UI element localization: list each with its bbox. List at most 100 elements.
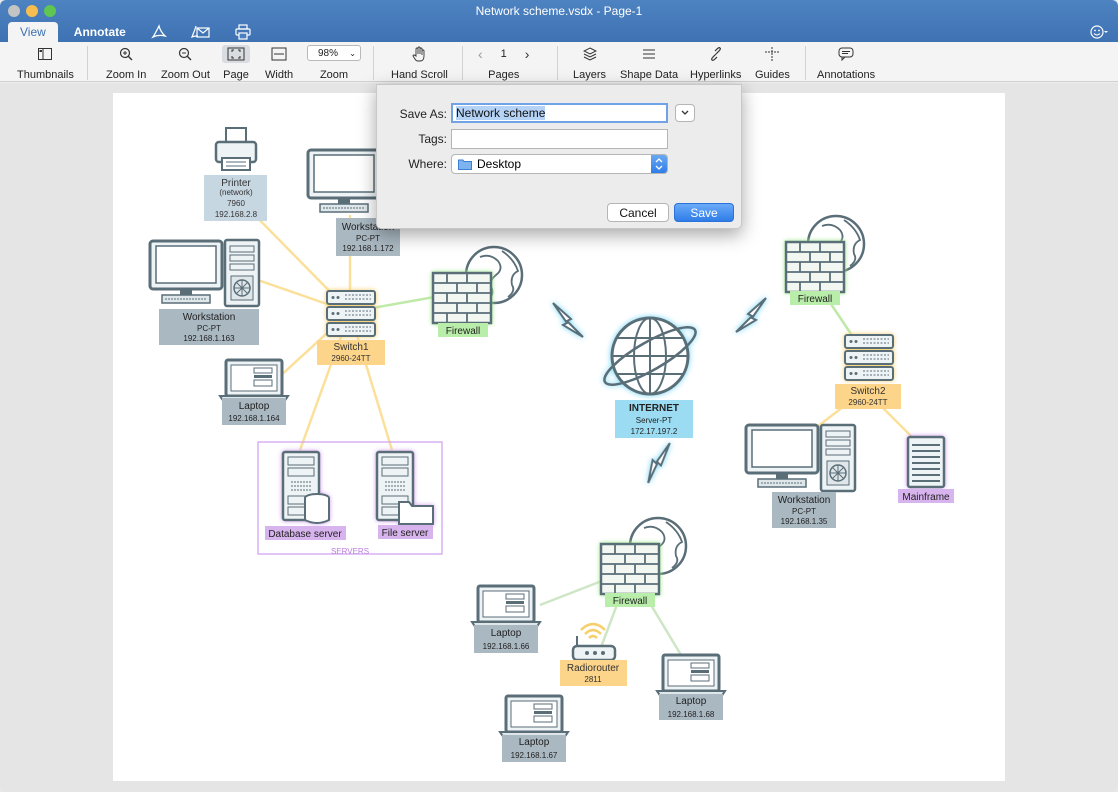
switch2-node[interactable]: Switch2 2960-24TT xyxy=(835,334,901,409)
folder-icon xyxy=(458,159,472,170)
feedback-smiley-icon[interactable] xyxy=(1090,24,1108,40)
firewall-bottom-node[interactable]: Firewall xyxy=(599,516,688,607)
where-label: Where: xyxy=(408,157,447,171)
svg-text:Firewall: Firewall xyxy=(446,326,480,337)
radiorouter-node[interactable]: Radiorouter 2811 xyxy=(560,622,627,686)
guides-button[interactable]: Guides xyxy=(755,45,790,81)
save-button[interactable]: Save xyxy=(674,203,734,222)
firewall-icon xyxy=(784,240,846,294)
svg-text:2960-24TT: 2960-24TT xyxy=(331,354,370,363)
lightning-left-icon xyxy=(552,302,584,338)
laptop-left-node[interactable]: Laptop 192.168.1.164 xyxy=(218,358,290,425)
speech-bubble-icon xyxy=(838,45,854,63)
zoom-out-button[interactable]: Zoom Out xyxy=(161,45,210,81)
printer-node[interactable]: Printer (network) 7960 192.168.2.8 xyxy=(204,127,267,221)
guides-icon xyxy=(765,45,780,63)
monitor-icon xyxy=(306,148,382,214)
shape-data-button[interactable]: Shape Data xyxy=(620,45,678,81)
title-bar: Network scheme.vsdx - Page-1 View Annota… xyxy=(0,0,1118,42)
cancel-button[interactable]: Cancel xyxy=(607,203,669,222)
fit-page-icon xyxy=(222,45,250,63)
svg-text:7960: 7960 xyxy=(227,199,245,208)
svg-text:Workstation: Workstation xyxy=(778,495,831,506)
internet-node[interactable]: INTERNET Server-PT 172.17.197.2 xyxy=(598,316,702,438)
firewall-right-node[interactable]: Firewall xyxy=(784,214,866,305)
svg-text:Laptop: Laptop xyxy=(239,401,270,412)
svg-text:192.168.1.163: 192.168.1.163 xyxy=(183,334,235,343)
firewall-left-node[interactable]: Firewall xyxy=(431,245,524,337)
pages-control: ‹ 1 › Pages xyxy=(478,46,530,81)
save-as-input[interactable]: Network scheme xyxy=(451,103,668,123)
switch-icon xyxy=(844,334,894,381)
list-icon xyxy=(642,45,656,63)
print-icon[interactable] xyxy=(226,22,260,42)
where-select[interactable]: Desktop xyxy=(451,154,668,174)
window-title: Network scheme.vsdx - Page-1 xyxy=(475,4,643,18)
monitor-icon xyxy=(148,239,224,305)
mainframe-node[interactable]: Mainframe xyxy=(898,435,954,503)
laptop-bottom-right-node[interactable]: Laptop 192.168.1.68 xyxy=(655,653,727,720)
svg-text:INTERNET: INTERNET xyxy=(629,403,679,414)
app-window: Network scheme.vsdx - Page-1 View Annota… xyxy=(0,0,1118,792)
pdf-export-icon[interactable] xyxy=(142,22,176,42)
link-icon xyxy=(709,45,723,63)
fit-width-icon xyxy=(271,45,287,63)
fit-width-button[interactable]: Width xyxy=(265,45,293,81)
zoom-in-button[interactable]: Zoom In xyxy=(106,45,146,81)
save-as-label: Save As: xyxy=(399,107,447,121)
file-server-icon xyxy=(375,450,434,525)
previous-page-icon[interactable]: ‹ xyxy=(478,46,483,62)
fit-page-button[interactable]: Page xyxy=(222,45,250,81)
printer-icon xyxy=(214,127,258,171)
workstation-right-node[interactable]: Workstation PC-PT 192.168.1.35 xyxy=(744,423,857,528)
annotations-button[interactable]: Annotations xyxy=(817,45,875,81)
svg-text:Radiorouter: Radiorouter xyxy=(567,663,620,674)
svg-text:PC-PT: PC-PT xyxy=(356,234,380,243)
expand-dialog-button[interactable] xyxy=(675,104,695,122)
zoom-control: 98% ⌄ Zoom xyxy=(307,45,361,81)
svg-text:Laptop: Laptop xyxy=(676,696,707,707)
tab-view[interactable]: View xyxy=(8,22,58,42)
svg-text:PC-PT: PC-PT xyxy=(792,507,816,516)
laptop-bottom-center-node[interactable]: Laptop 192.168.1.67 xyxy=(498,694,570,762)
monitor-icon xyxy=(744,423,820,489)
svg-text:Switch1: Switch1 xyxy=(333,342,368,353)
ribbon-tabs: View Annotate xyxy=(8,22,268,42)
email-pdf-icon[interactable] xyxy=(184,22,218,42)
laptop-icon xyxy=(470,584,542,630)
svg-text:192.168.1.67: 192.168.1.67 xyxy=(511,751,558,760)
svg-text:Mainframe: Mainframe xyxy=(902,492,950,503)
thumbnails-button[interactable]: Thumbnails xyxy=(17,45,74,81)
zoom-in-icon xyxy=(119,45,133,63)
lightning-bottom-icon xyxy=(636,442,682,484)
firewall-icon xyxy=(599,542,661,596)
svg-text:Laptop: Laptop xyxy=(491,628,522,639)
servers-group[interactable]: Database server File server SERVERS xyxy=(257,441,443,556)
toolbar: Thumbnails Zoom In Zoom Out Page Width 9… xyxy=(0,42,1118,82)
internet-globe-icon xyxy=(603,316,697,396)
database-server-icon xyxy=(281,450,330,524)
svg-text:Workstation: Workstation xyxy=(183,312,236,323)
layers-button[interactable]: Layers xyxy=(573,45,606,81)
workstation-left-node[interactable]: Workstation PC-PT 192.168.1.163 xyxy=(148,238,261,345)
svg-text:2960-24TT: 2960-24TT xyxy=(848,398,887,407)
svg-text:192.168.2.8: 192.168.2.8 xyxy=(215,210,258,219)
svg-text:Laptop: Laptop xyxy=(519,737,550,748)
tags-input[interactable] xyxy=(451,129,668,149)
hand-scroll-button[interactable]: Hand Scroll xyxy=(391,45,448,81)
svg-text:192.168.1.172: 192.168.1.172 xyxy=(342,244,394,253)
chevron-down-icon: ⌄ xyxy=(349,48,356,58)
hyperlinks-button[interactable]: Hyperlinks xyxy=(690,45,741,81)
laptop-bottom-left-node[interactable]: Laptop 192.168.1.66 xyxy=(470,584,542,653)
svg-text:192.168.1.68: 192.168.1.68 xyxy=(668,710,715,719)
svg-text:Firewall: Firewall xyxy=(798,294,832,305)
svg-text:172.17.197.2: 172.17.197.2 xyxy=(631,427,678,436)
next-page-icon[interactable]: › xyxy=(525,46,530,62)
zoom-select[interactable]: 98% ⌄ xyxy=(307,45,361,61)
lightning-right-icon xyxy=(735,297,767,333)
svg-text:Firewall: Firewall xyxy=(613,596,647,607)
tab-annotate[interactable]: Annotate xyxy=(62,22,138,42)
page-number[interactable]: 1 xyxy=(501,48,507,60)
switch1-node[interactable]: Switch1 2960-24TT xyxy=(317,290,385,365)
firewall-icon xyxy=(431,271,493,325)
